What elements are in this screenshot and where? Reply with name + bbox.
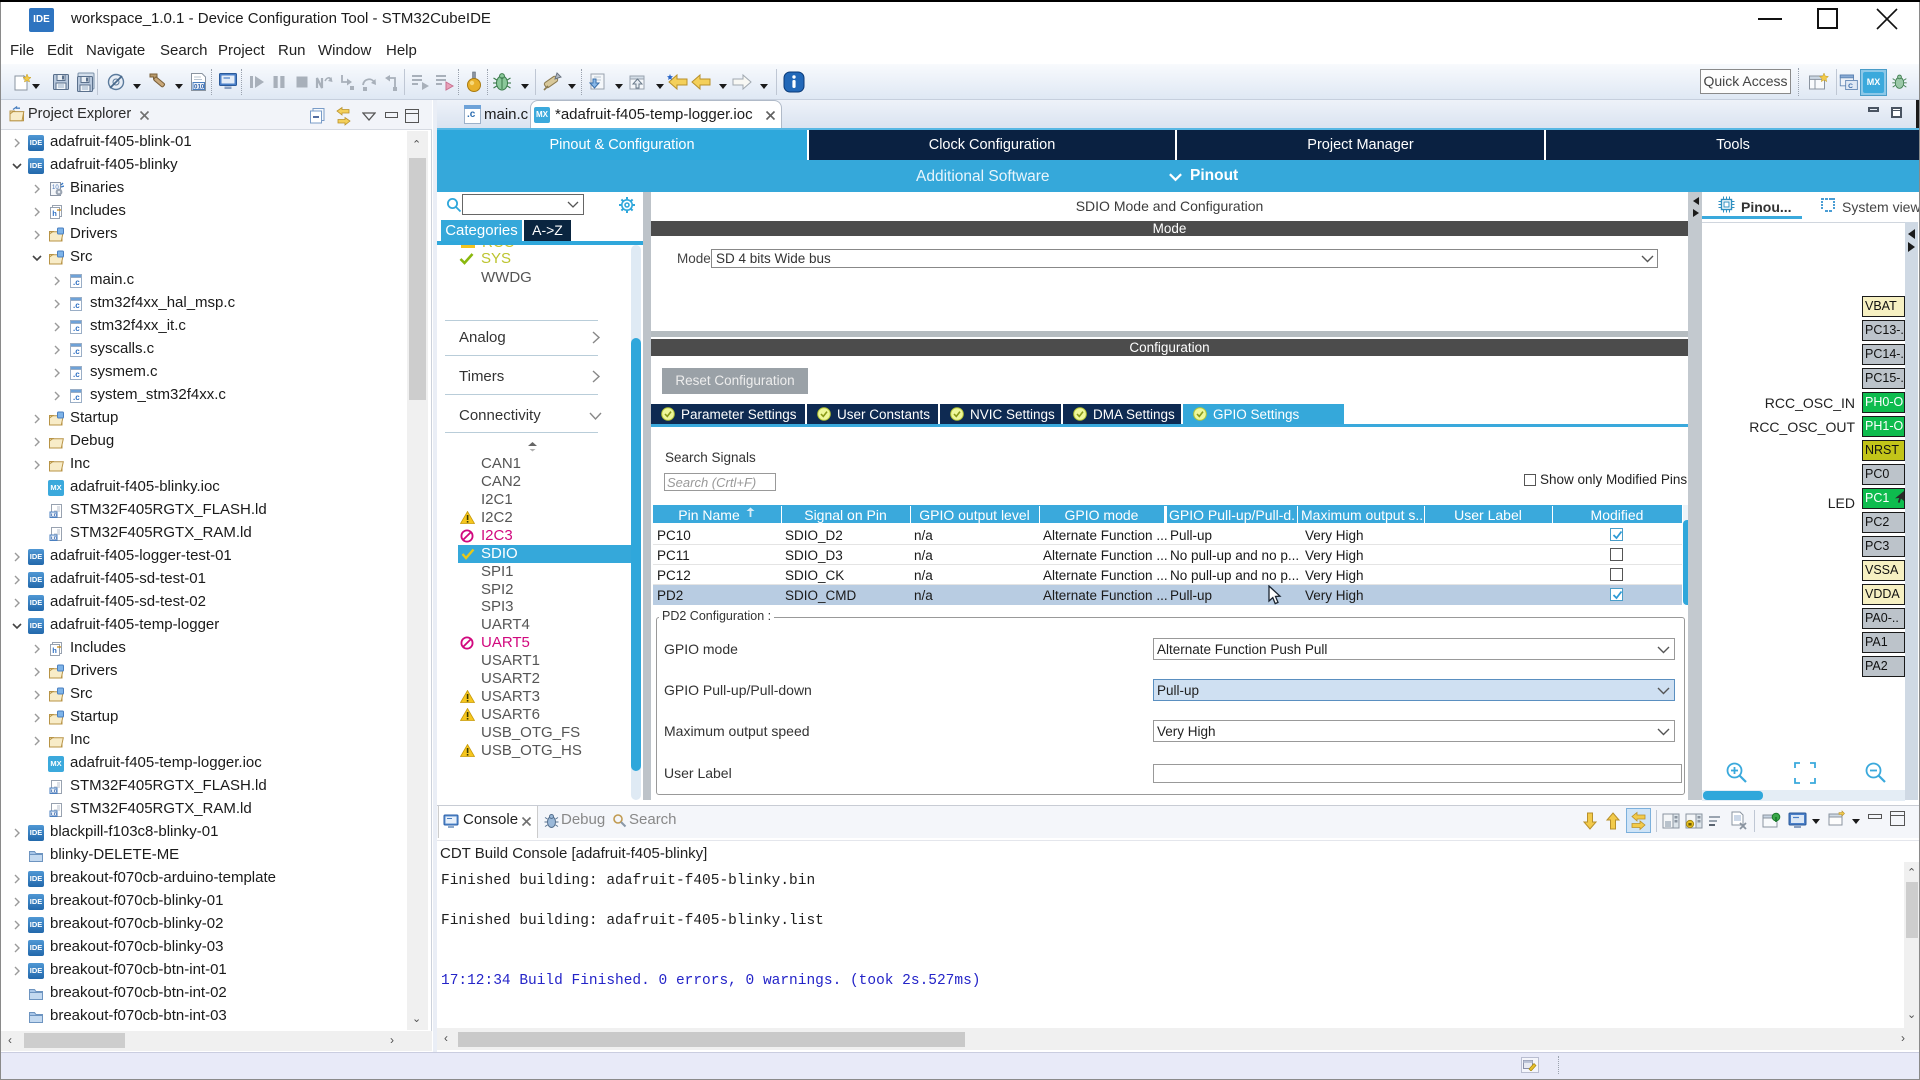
svg-text:LD: LD (51, 789, 58, 795)
svg-text:.c: .c (73, 393, 80, 402)
svg-text:.c: .c (73, 324, 80, 333)
svg-text:.c: .c (73, 347, 80, 356)
svg-text:h: h (52, 646, 57, 655)
svg-text:LD: LD (51, 812, 58, 818)
svg-text:LD: LD (51, 513, 58, 519)
svg-text:LD: LD (51, 536, 58, 542)
svg-text:.c: .c (73, 278, 80, 287)
svg-text:.c: .c (73, 301, 80, 310)
svg-text:010: 010 (194, 84, 205, 91)
svg-text:.c: .c (73, 370, 80, 379)
svg-text:C: C (1848, 83, 1853, 90)
svg-text:h: h (52, 209, 57, 218)
